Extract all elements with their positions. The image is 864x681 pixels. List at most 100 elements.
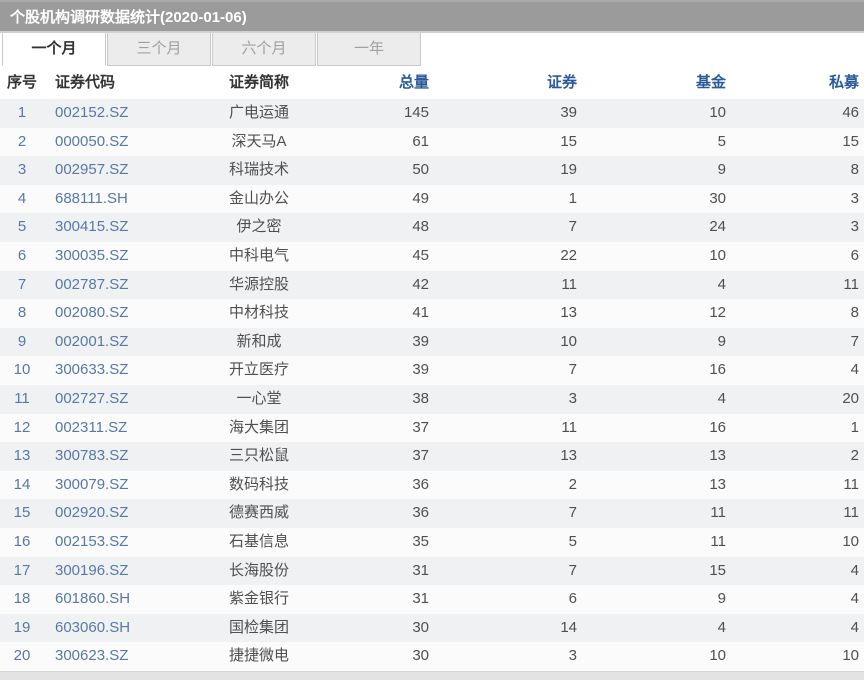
cell-fund: 30 [582,185,731,214]
table-row[interactable]: 2000050.SZ深天马A6115515 [0,128,864,157]
cell-code[interactable]: 002727.SZ [44,385,184,414]
cell-private: 6 [731,242,864,271]
cell-securities: 14 [434,614,582,643]
cell-fund: 4 [582,271,731,300]
cell-code[interactable]: 601860.SH [44,585,184,614]
cell-code[interactable]: 002001.SZ [44,328,184,357]
cell-private: 7 [731,328,864,357]
cell-fund: 12 [582,299,731,328]
app-window: 个股机构调研数据统计(2020-01-06) 一个月 三个月 六个月 一年 序号… [0,0,864,681]
cell-name: 伊之密 [184,213,334,242]
cell-total: 39 [334,328,434,357]
cell-total: 30 [334,642,434,671]
table-row[interactable]: 16002153.SZ石基信息3551110 [0,528,864,557]
cell-fund: 13 [582,471,731,500]
cell-serial: 1 [0,99,44,128]
cell-name: 三只松鼠 [184,442,334,471]
cell-securities: 10 [434,328,582,357]
cell-private: 2 [731,442,864,471]
cell-fund: 11 [582,528,731,557]
cell-name: 中科电气 [184,242,334,271]
cell-private: 8 [731,156,864,185]
cell-serial: 18 [0,585,44,614]
cell-code[interactable]: 688111.SH [44,185,184,214]
table-row[interactable]: 17300196.SZ长海股份317154 [0,557,864,586]
table-row[interactable]: 19603060.SH国检集团301444 [0,614,864,643]
cell-code[interactable]: 002311.SZ [44,414,184,443]
cell-code[interactable]: 300196.SZ [44,557,184,586]
cell-code[interactable]: 002080.SZ [44,299,184,328]
cell-serial: 5 [0,213,44,242]
cell-private: 15 [731,128,864,157]
cell-securities: 15 [434,128,582,157]
tab-six-months[interactable]: 六个月 [212,33,316,66]
cell-code[interactable]: 300623.SZ [44,642,184,671]
column-header-private[interactable]: 私募 [731,66,864,99]
tab-one-year[interactable]: 一年 [317,33,421,66]
cell-name: 开立医疗 [184,356,334,385]
cell-private: 1 [731,414,864,443]
cell-private: 3 [731,185,864,214]
cell-code[interactable]: 300783.SZ [44,442,184,471]
cell-fund: 4 [582,385,731,414]
cell-securities: 7 [434,356,582,385]
cell-total: 36 [334,499,434,528]
table-row[interactable]: 8002080.SZ中材科技4113128 [0,299,864,328]
cell-name: 金山办公 [184,185,334,214]
tab-three-months[interactable]: 三个月 [107,33,211,66]
cell-code[interactable]: 002153.SZ [44,528,184,557]
cell-serial: 17 [0,557,44,586]
cell-private: 11 [731,271,864,300]
cell-private: 11 [731,499,864,528]
cell-serial: 9 [0,328,44,357]
cell-code[interactable]: 000050.SZ [44,128,184,157]
bottom-strip [0,671,864,680]
cell-code[interactable]: 300633.SZ [44,356,184,385]
table-row[interactable]: 6300035.SZ中科电气4522106 [0,242,864,271]
cell-private: 10 [731,642,864,671]
table-row[interactable]: 5300415.SZ伊之密487243 [0,213,864,242]
cell-code[interactable]: 300415.SZ [44,213,184,242]
cell-serial: 15 [0,499,44,528]
cell-private: 4 [731,585,864,614]
cell-code[interactable]: 002152.SZ [44,99,184,128]
cell-private: 4 [731,614,864,643]
table-row[interactable]: 9002001.SZ新和成391097 [0,328,864,357]
cell-fund: 15 [582,557,731,586]
table-row[interactable]: 1002152.SZ广电运通145391046 [0,99,864,128]
table-row[interactable]: 3002957.SZ科瑞技术501998 [0,156,864,185]
cell-name: 深天马A [184,128,334,157]
tab-one-month[interactable]: 一个月 [2,33,106,66]
table-row[interactable]: 14300079.SZ数码科技3621311 [0,471,864,500]
table-row[interactable]: 12002311.SZ海大集团3711161 [0,414,864,443]
cell-code[interactable]: 300035.SZ [44,242,184,271]
table-row[interactable]: 13300783.SZ三只松鼠3713132 [0,442,864,471]
column-header-total[interactable]: 总量 [334,66,434,99]
cell-code[interactable]: 002787.SZ [44,271,184,300]
cell-fund: 24 [582,213,731,242]
table-row[interactable]: 10300633.SZ开立医疗397164 [0,356,864,385]
table-row[interactable]: 15002920.SZ德赛西威3671111 [0,499,864,528]
cell-total: 37 [334,442,434,471]
cell-code[interactable]: 002920.SZ [44,499,184,528]
cell-total: 36 [334,471,434,500]
cell-serial: 8 [0,299,44,328]
table-row[interactable]: 20300623.SZ捷捷微电3031010 [0,642,864,671]
cell-name: 紫金银行 [184,585,334,614]
cell-securities: 11 [434,271,582,300]
table-header: 序号 证券代码 证券简称 总量 证券 基金 私募 [0,66,864,99]
cell-private: 10 [731,528,864,557]
cell-total: 61 [334,128,434,157]
table-row[interactable]: 7002787.SZ华源控股4211411 [0,271,864,300]
cell-code[interactable]: 002957.SZ [44,156,184,185]
table-row[interactable]: 11002727.SZ一心堂383420 [0,385,864,414]
cell-private: 46 [731,99,864,128]
cell-code[interactable]: 603060.SH [44,614,184,643]
cell-total: 39 [334,356,434,385]
cell-code[interactable]: 300079.SZ [44,471,184,500]
column-header-securities[interactable]: 证券 [434,66,582,99]
table-row[interactable]: 4688111.SH金山办公491303 [0,185,864,214]
column-header-fund[interactable]: 基金 [582,66,731,99]
cell-total: 49 [334,185,434,214]
table-row[interactable]: 18601860.SH紫金银行31694 [0,585,864,614]
